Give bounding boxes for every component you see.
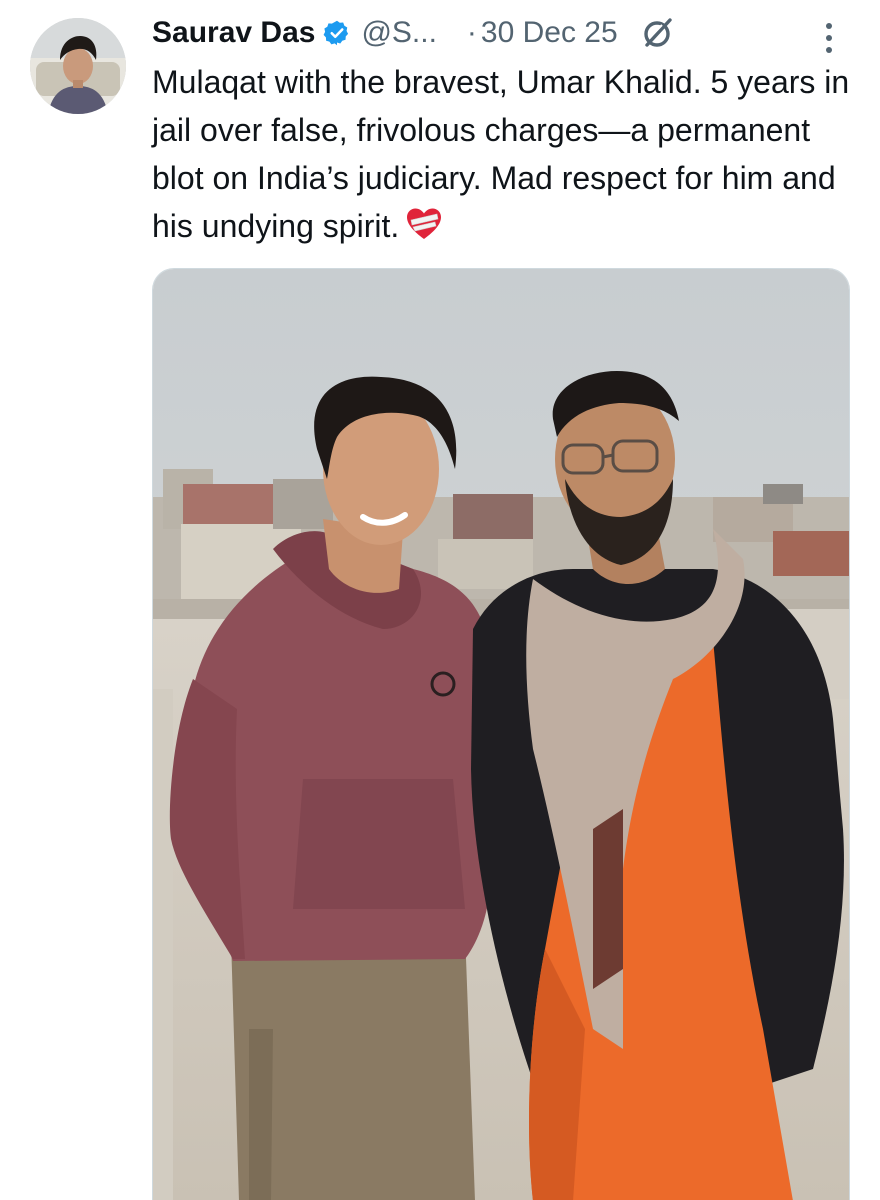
- mending-heart-emoji: [405, 206, 443, 240]
- tweet-photo[interactable]: [152, 268, 850, 1200]
- header-separator: ·: [466, 16, 477, 49]
- author-handle[interactable]: @S...: [361, 16, 436, 50]
- tweet: Saurav Das @S... · 30 Dec 25 Mulaqat wit…: [0, 0, 880, 1200]
- more-options-icon[interactable]: [818, 18, 840, 58]
- verified-badge-icon[interactable]: [323, 19, 351, 47]
- author-name[interactable]: Saurav Das: [152, 16, 315, 50]
- tweet-date[interactable]: 30 Dec 25: [481, 16, 618, 50]
- tweet-header: Saurav Das @S... · 30 Dec 25: [152, 10, 852, 56]
- grok-icon[interactable]: [640, 15, 676, 51]
- author-avatar[interactable]: [30, 18, 126, 114]
- tweet-text: Mulaqat with the bravest, Umar Khalid. 5…: [152, 64, 850, 244]
- tweet-body: Mulaqat with the bravest, Umar Khalid. 5…: [152, 58, 852, 250]
